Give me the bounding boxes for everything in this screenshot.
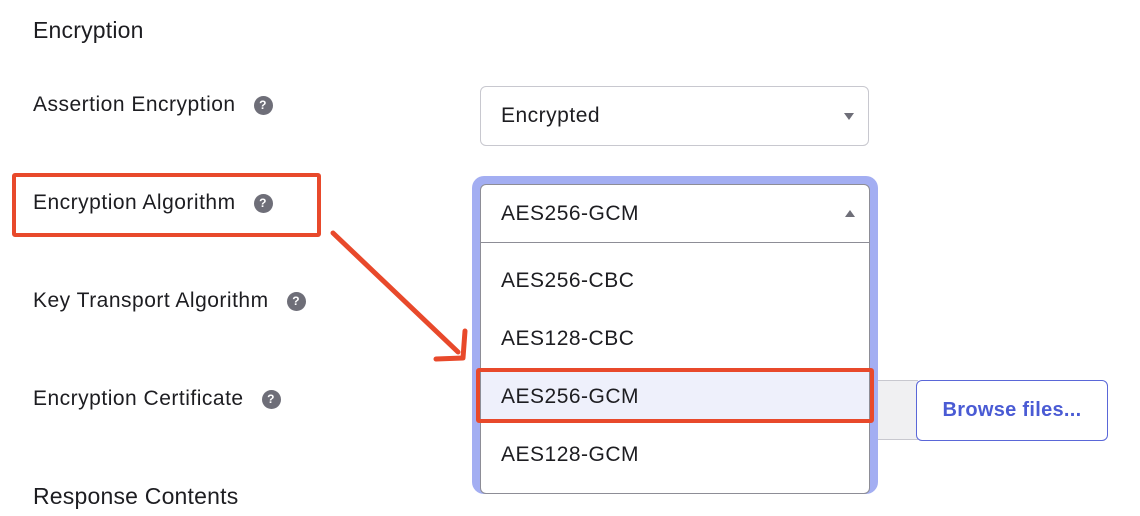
help-icon[interactable]: ? [253,95,273,115]
assertion-encryption-label-text: Assertion Encryption [33,93,236,116]
assertion-encryption-label: Assertion Encryption ? [33,93,273,117]
dropdown-option-aes128-gcm[interactable]: AES128-GCM [481,429,869,481]
key-transport-algorithm-label: Key Transport Algorithm ? [33,289,306,313]
certificate-file-field[interactable] [878,380,918,440]
encryption-certificate-label: Encryption Certificate ? [33,387,281,411]
browse-files-button[interactable]: Browse files... [916,380,1108,441]
chevron-up-icon [845,209,855,217]
key-transport-algorithm-label-text: Key Transport Algorithm [33,289,269,312]
dropdown-option-aes256-cbc[interactable]: AES256-CBC [481,255,869,307]
chevron-down-icon [844,113,854,120]
assertion-encryption-value: Encrypted [501,104,601,127]
response-contents-section-title: Response Contents [33,483,239,509]
encryption-section-title: Encryption [33,17,144,43]
annotation-highlight-label [12,173,321,237]
encryption-algorithm-select[interactable]: AES256-GCM [481,185,869,243]
help-icon[interactable]: ? [261,389,281,409]
assertion-encryption-select[interactable]: Encrypted [480,86,869,146]
dropdown-option-aes128-cbc[interactable]: AES128-CBC [481,313,869,365]
encryption-algorithm-value: AES256-GCM [501,201,640,225]
help-icon[interactable]: ? [286,291,306,311]
encryption-algorithm-dropdown[interactable]: AES256-GCM AES256-CBC AES128-CBC AES256-… [480,184,870,494]
encryption-certificate-label-text: Encryption Certificate [33,387,244,410]
annotation-highlight-option [476,368,874,423]
